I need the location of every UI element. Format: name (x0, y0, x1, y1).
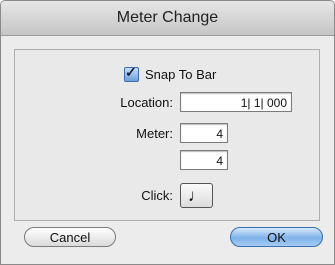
meter-change-dialog: Meter Change ✓ Snap To Bar Location: 1| … (0, 0, 335, 265)
settings-panel: ✓ Snap To Bar Location: 1| 1| 000 Meter:… (14, 49, 320, 221)
location-label: Location: (120, 95, 173, 110)
snap-to-bar-checkbox[interactable]: ✓ (124, 63, 139, 82)
snap-to-bar-row[interactable]: ✓ Snap To Bar (124, 63, 217, 83)
checkmark-icon: ✓ (125, 63, 137, 80)
cancel-button[interactable]: Cancel (24, 227, 116, 247)
location-field[interactable]: 1| 1| 000 (180, 92, 292, 112)
dialog-title: Meter Change (116, 9, 219, 26)
meter-numerator-field[interactable]: 4 (180, 123, 228, 143)
quarter-note-icon: ♩ (188, 186, 205, 205)
title-bar[interactable]: Meter Change (1, 1, 334, 36)
snap-to-bar-label: Snap To Bar (145, 66, 217, 82)
ok-button[interactable]: OK (230, 227, 323, 247)
meter-label: Meter: (136, 126, 173, 141)
click-note-button[interactable]: ♩ (180, 183, 213, 208)
meter-denominator-field[interactable]: 4 (180, 150, 228, 170)
click-label: Click: (141, 188, 173, 203)
